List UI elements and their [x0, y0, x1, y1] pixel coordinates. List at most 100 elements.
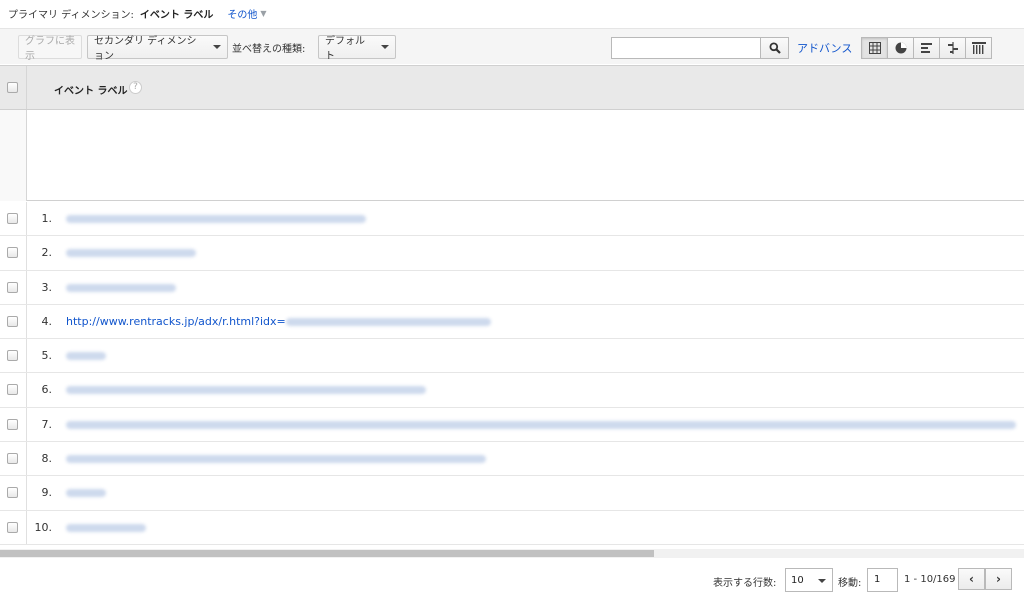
event-label-link[interactable]	[66, 281, 176, 294]
chevron-down-icon[interactable]: ▼	[260, 9, 266, 18]
table-view-button[interactable]	[861, 37, 888, 59]
comparison-icon	[947, 42, 958, 54]
row-index: 1.	[41, 212, 53, 225]
row-checkbox[interactable]	[7, 487, 18, 499]
row-checkbox-cell	[0, 442, 27, 476]
page-range: 1 - 10/169	[904, 574, 956, 585]
redacted-text	[66, 352, 106, 361]
table-row: 1.	[0, 202, 1024, 237]
row-checkbox[interactable]	[7, 521, 18, 533]
prev-page-button[interactable]: ‹	[958, 568, 985, 590]
event-label-link[interactable]	[66, 521, 146, 534]
chevron-down-icon	[381, 45, 389, 49]
pivot-icon	[971, 42, 986, 54]
chevron-down-icon	[213, 45, 221, 49]
redacted-text	[66, 420, 1016, 429]
event-label-link[interactable]	[66, 383, 426, 396]
primary-dimension-label: プライマリ ディメンション:	[8, 9, 134, 21]
event-label-link[interactable]	[66, 349, 106, 362]
redacted-text	[66, 386, 426, 395]
event-label-link[interactable]	[66, 418, 1016, 431]
row-checkbox-cell	[0, 476, 27, 510]
row-checkbox-cell	[0, 510, 27, 544]
row-checkbox-cell	[0, 202, 27, 236]
redacted-text	[66, 215, 366, 223]
row-checkbox[interactable]	[7, 418, 18, 430]
row-index: 4.	[41, 314, 53, 328]
row-checkbox[interactable]	[7, 350, 18, 362]
event-label-link[interactable]	[66, 246, 196, 259]
pie-view-button[interactable]	[887, 37, 914, 59]
help-icon[interactable]: ?	[129, 81, 142, 94]
sort-type-value: デフォルト	[325, 36, 365, 62]
grid-icon	[868, 42, 881, 54]
row-checkbox-cell	[0, 236, 27, 270]
bar-chart-icon	[920, 43, 932, 53]
event-label-text: http://www.rentracks.jp/adx/r.html?idx=	[66, 314, 286, 328]
header-checkbox-cell	[0, 66, 27, 109]
performance-view-button[interactable]	[913, 37, 940, 59]
row-checkbox-cell	[0, 373, 27, 407]
search-button[interactable]	[761, 37, 789, 59]
row-checkbox[interactable]	[7, 281, 18, 293]
table-row: 7.	[0, 407, 1024, 443]
table-row: 5.	[0, 339, 1024, 374]
table-row: 10.	[0, 510, 1024, 545]
horizontal-scrollbar[interactable]	[0, 549, 1024, 558]
plot-rows-button[interactable]: グラフに表示	[18, 35, 82, 62]
sort-type-dropdown[interactable]: デフォルト	[318, 35, 396, 62]
plot-rows-label: グラフに表示	[25, 36, 75, 62]
row-checkbox-cell	[0, 304, 27, 339]
rows-per-page-value: 10	[791, 574, 804, 586]
row-index: 9.	[41, 486, 53, 500]
redacted-text	[66, 489, 106, 498]
goto-page-value: 1	[874, 574, 881, 585]
event-label-link[interactable]	[66, 212, 366, 225]
goto-page-input[interactable]: 1	[867, 568, 898, 592]
secondary-dimension-dropdown[interactable]: セカンダリ ディメンション	[87, 35, 228, 62]
row-checkbox[interactable]	[7, 213, 18, 224]
table-row: 3.	[0, 270, 1024, 305]
row-index: 2.	[41, 246, 53, 260]
event-label-link[interactable]	[66, 452, 486, 465]
search-icon	[769, 42, 781, 54]
goto-label: 移動:	[838, 578, 862, 589]
next-page-button[interactable]: ›	[985, 568, 1012, 590]
table-header: イベント ラベル ?	[0, 65, 1024, 110]
row-checkbox[interactable]	[7, 384, 18, 396]
table-body: 1. 2. 3. 4. http://www.rentracks.jp/adx/r.ht…	[0, 202, 1024, 545]
select-all-checkbox[interactable]	[7, 82, 18, 93]
redacted-text	[66, 249, 196, 258]
row-checkbox[interactable]	[7, 247, 18, 259]
primary-dimension-other-link[interactable]: その他	[227, 6, 257, 21]
rows-per-page-select[interactable]: 10	[785, 568, 833, 592]
pie-chart-icon	[895, 42, 906, 54]
view-switcher	[861, 37, 992, 59]
row-index: 3.	[41, 280, 53, 294]
pivot-view-button[interactable]	[965, 37, 992, 59]
primary-dimension-current[interactable]: イベント ラベル	[140, 6, 213, 21]
comparison-view-button[interactable]	[939, 37, 966, 59]
event-label-link[interactable]	[66, 486, 106, 499]
table-row: 8.	[0, 442, 1024, 477]
row-checkbox-cell	[0, 407, 27, 442]
event-label-link[interactable]: http://www.rentracks.jp/adx/r.html?idx=	[66, 315, 491, 328]
row-index: 10.	[34, 520, 53, 534]
table-search-input[interactable]	[611, 37, 761, 59]
row-checkbox-cell	[0, 270, 27, 304]
sort-type-label: 並べ替えの種類:	[232, 44, 306, 55]
advanced-search-link[interactable]: アドバンス	[797, 40, 852, 56]
row-index: 7.	[41, 417, 53, 431]
chevron-down-icon	[818, 579, 826, 583]
table-summary-row	[0, 110, 1024, 201]
scrollbar-thumb[interactable]	[0, 550, 654, 557]
primary-dimension-bar: プライマリ ディメンション: イベント ラベル その他 ▼	[0, 0, 1024, 26]
column-header-event-label[interactable]: イベント ラベル	[54, 82, 127, 97]
table-toolbar: グラフに表示 セカンダリ ディメンション 並べ替えの種類: デフォルト アドバン…	[0, 28, 1024, 64]
redacted-text	[66, 523, 146, 532]
redacted-text	[66, 283, 176, 292]
row-index: 8.	[41, 452, 53, 466]
row-checkbox[interactable]	[7, 315, 18, 327]
row-index: 6.	[41, 383, 53, 397]
row-checkbox[interactable]	[7, 453, 18, 465]
